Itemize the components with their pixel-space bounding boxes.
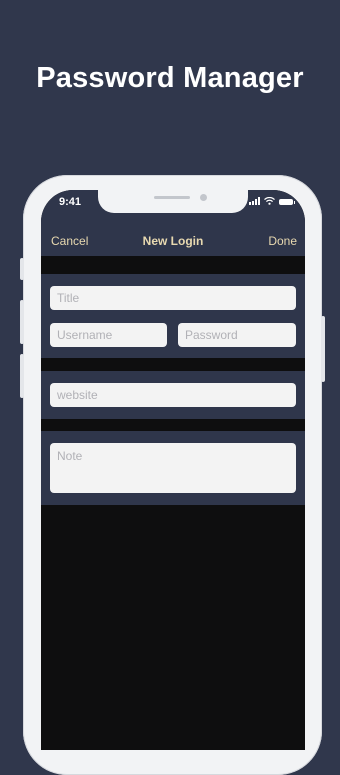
password-placeholder: Password [185, 328, 238, 342]
wifi-icon [264, 197, 275, 205]
phone-screen: 9:41 Cancel New Login Done Title Usernam… [41, 190, 305, 750]
website-placeholder: website [57, 388, 98, 402]
nav-title: New Login [142, 234, 204, 248]
navigation-bar: 9:41 Cancel New Login Done [41, 190, 305, 256]
phone-silent-switch [20, 258, 24, 280]
status-time: 9:41 [59, 196, 82, 208]
note-section: Note [41, 431, 305, 505]
promo-headline: Password Manager [36, 62, 304, 94]
phone-volume-down-button [20, 354, 24, 398]
username-placeholder: Username [57, 328, 113, 342]
title-field[interactable]: Title [50, 286, 296, 310]
status-icons [249, 197, 295, 205]
note-field[interactable]: Note [50, 443, 296, 493]
battery-icon [279, 199, 295, 205]
speaker-grille [154, 196, 190, 199]
cellular-signal-icon [249, 197, 260, 205]
phone-power-button [321, 316, 325, 382]
title-placeholder: Title [57, 291, 80, 305]
username-field[interactable]: Username [50, 323, 167, 347]
website-field[interactable]: website [50, 383, 296, 407]
note-placeholder: Note [57, 449, 83, 463]
front-camera [200, 194, 207, 201]
credentials-section: Title Username Password [41, 274, 305, 358]
done-button[interactable]: Done [268, 234, 297, 248]
cancel-button[interactable]: Cancel [51, 234, 88, 248]
password-field[interactable]: Password [178, 323, 296, 347]
phone-notch [98, 190, 248, 213]
phone-volume-up-button [20, 300, 24, 344]
website-section: website [41, 371, 305, 419]
